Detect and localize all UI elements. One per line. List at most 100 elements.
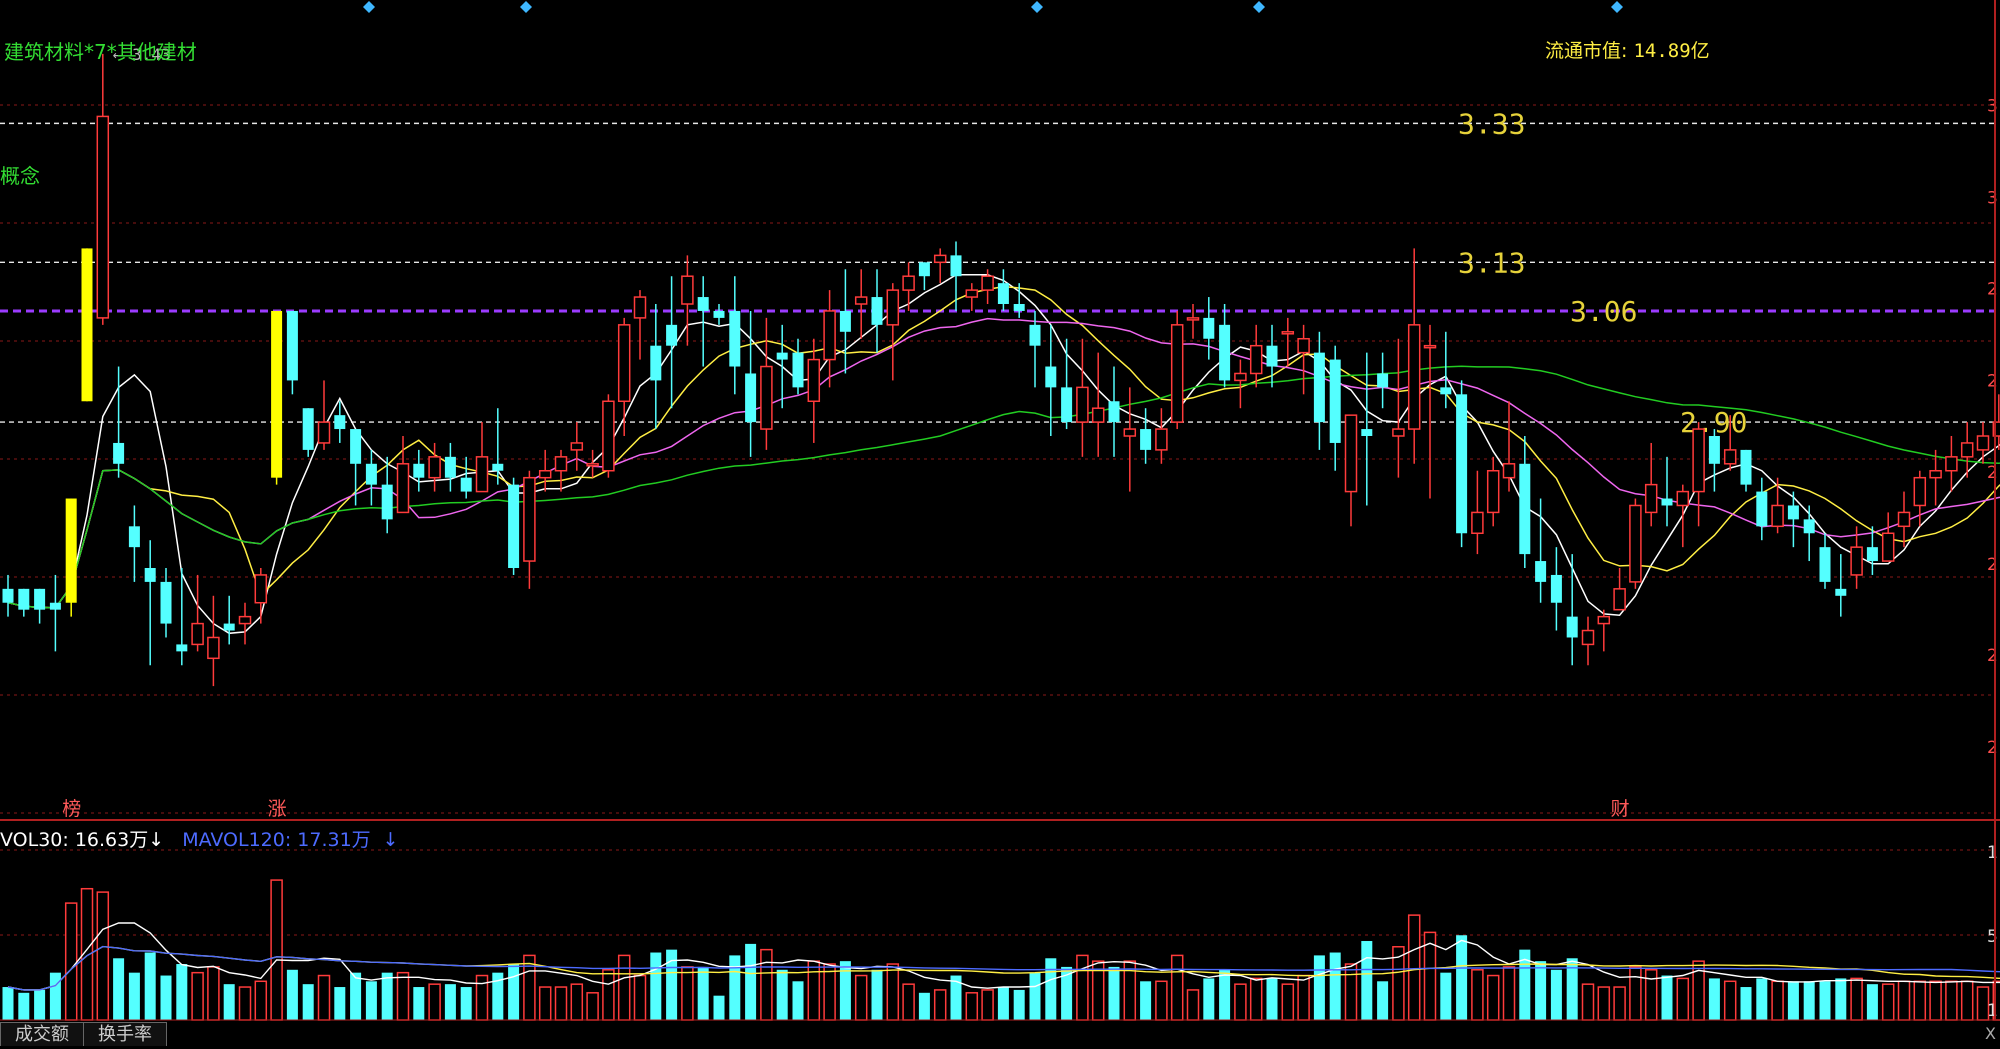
market-cap-value: 14.89亿 bbox=[1633, 40, 1709, 62]
candle-body bbox=[793, 353, 804, 388]
candle-body bbox=[1219, 325, 1230, 381]
volume-bar bbox=[1804, 981, 1815, 1020]
candle-body bbox=[192, 624, 203, 645]
candle bbox=[1456, 380, 1467, 547]
volume-bar bbox=[97, 892, 108, 1020]
candle-body bbox=[1203, 318, 1214, 339]
volume-bar bbox=[508, 964, 519, 1020]
candle-body bbox=[303, 408, 314, 450]
candle-body bbox=[1646, 485, 1657, 513]
candle bbox=[666, 276, 677, 408]
candle bbox=[729, 276, 740, 394]
tab-turnover-rate[interactable]: 换手率 bbox=[84, 1022, 167, 1046]
volume-bar bbox=[1883, 984, 1894, 1020]
volume-bar bbox=[461, 987, 472, 1020]
candle-body bbox=[935, 255, 946, 262]
candle bbox=[1804, 505, 1815, 561]
volume-bar bbox=[919, 993, 930, 1020]
candle-body bbox=[1472, 512, 1483, 533]
candle bbox=[1946, 436, 1957, 492]
candle-body bbox=[966, 290, 977, 297]
candle bbox=[1551, 547, 1562, 630]
volume-bar bbox=[334, 987, 345, 1020]
volume-bar bbox=[540, 987, 551, 1020]
volume-bar bbox=[271, 880, 282, 1020]
candle bbox=[540, 450, 551, 492]
candle-body bbox=[1630, 505, 1641, 581]
candle bbox=[1314, 332, 1325, 450]
volume-bar bbox=[1630, 967, 1641, 1020]
volume-bar bbox=[1456, 935, 1467, 1020]
candle bbox=[1614, 568, 1625, 610]
candle-body bbox=[1251, 346, 1262, 374]
volume-bar bbox=[1756, 978, 1767, 1020]
candle-body bbox=[1756, 492, 1767, 527]
volume-bar bbox=[161, 976, 172, 1020]
candle-body bbox=[271, 311, 282, 478]
candle bbox=[1504, 401, 1515, 491]
candle-body bbox=[556, 457, 567, 471]
candle bbox=[1693, 422, 1704, 526]
price-axis-label: 3 bbox=[1987, 188, 1998, 208]
candle bbox=[619, 318, 630, 436]
candle bbox=[935, 248, 946, 283]
volume-bar bbox=[1251, 978, 1262, 1020]
candle-body bbox=[1772, 505, 1783, 526]
candlestick-chart-svg[interactable]: 3.333.133.062.90← 3.43 榜涨财 33222222151 bbox=[0, 0, 2000, 1045]
volume-bar bbox=[1235, 984, 1246, 1020]
volume-bar bbox=[793, 981, 804, 1020]
candle-body bbox=[50, 603, 61, 610]
candle bbox=[350, 429, 361, 505]
volume-bar bbox=[777, 970, 788, 1020]
candle bbox=[856, 269, 867, 338]
candle bbox=[887, 283, 898, 380]
candle-body bbox=[1930, 471, 1941, 478]
candle bbox=[1140, 408, 1151, 464]
candle-body bbox=[1962, 443, 1973, 457]
candle-body bbox=[445, 457, 456, 478]
volume-bar bbox=[1646, 970, 1657, 1020]
candle bbox=[145, 540, 156, 665]
candle bbox=[208, 596, 219, 686]
candle-body bbox=[508, 485, 519, 568]
concept-label: 概念 bbox=[0, 160, 40, 189]
diamond-icon bbox=[363, 1, 375, 13]
industry-label: 建筑材料*7*其他建材 bbox=[4, 36, 197, 65]
candle bbox=[82, 248, 93, 401]
candle bbox=[903, 262, 914, 311]
candle bbox=[603, 394, 614, 477]
candle-body bbox=[666, 325, 677, 346]
candle-body bbox=[66, 499, 77, 603]
candle-body bbox=[1583, 631, 1594, 645]
corner-close-label[interactable]: X bbox=[1985, 1024, 1996, 1043]
candle-body bbox=[1282, 332, 1293, 334]
candle-body bbox=[1014, 304, 1025, 311]
volume-bar bbox=[208, 967, 219, 1020]
volume-bar bbox=[935, 990, 946, 1020]
panel-frame bbox=[0, 0, 2000, 1020]
candle-body bbox=[1914, 478, 1925, 506]
candle bbox=[556, 450, 567, 492]
volume-bar bbox=[1346, 964, 1357, 1020]
candle-body bbox=[1188, 318, 1199, 320]
candle bbox=[113, 367, 124, 478]
volume-bar bbox=[1282, 984, 1293, 1020]
candle bbox=[461, 457, 472, 499]
candle bbox=[1630, 499, 1641, 589]
tab-turnover-amount[interactable]: 成交额 bbox=[0, 1022, 84, 1046]
candle bbox=[1583, 617, 1594, 666]
candle-body bbox=[208, 637, 219, 658]
candle-body bbox=[1440, 387, 1451, 394]
volume-bar bbox=[366, 981, 377, 1020]
stock-chart[interactable]: 3.333.133.062.90← 3.43 榜涨财 33222222151 建… bbox=[0, 0, 2000, 1045]
price-level-label: 3.13 bbox=[1458, 246, 1525, 279]
candle-body bbox=[1788, 505, 1799, 519]
price-level-label: 3.06 bbox=[1570, 295, 1637, 328]
candle-body bbox=[1124, 429, 1135, 436]
candle bbox=[97, 54, 108, 325]
mavol120-down-arrow-icon: ↓ bbox=[383, 829, 399, 851]
candle bbox=[508, 478, 519, 575]
candle-body bbox=[1346, 415, 1357, 491]
candle-body bbox=[1172, 325, 1183, 422]
candle-body bbox=[540, 471, 551, 478]
